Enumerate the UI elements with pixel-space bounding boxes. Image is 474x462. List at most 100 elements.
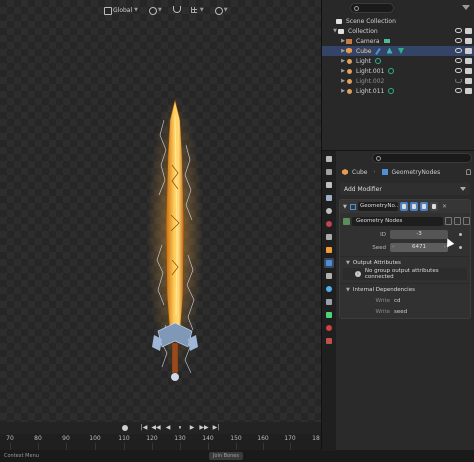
output-attributes-header[interactable]: ▼ Output Attributes [340,256,470,268]
play-button[interactable]: ▶ [189,425,196,432]
outliner-row-light-002[interactable]: ▶ Light.002 [322,76,474,86]
status-bar: Context Menu Join Bones [0,450,474,462]
pivot-dropdown[interactable]: ▼ [145,4,165,16]
eye-icon[interactable] [455,58,462,63]
timeline-tick: 140 [202,435,214,442]
outliner: Scene Collection ▼ Collection ▶ Camera ▶… [322,0,474,150]
light-icon [346,68,353,75]
outliner-row-scene-collection[interactable]: Scene Collection [322,16,474,26]
properties-tabs [322,151,336,451]
collapse-arrow-icon[interactable]: ▼ [343,204,348,210]
auto-keying-button[interactable] [121,425,128,431]
timeline-tick: 70 [6,435,14,442]
outliner-header [322,0,474,16]
outliner-row-label: Light.001 [356,67,385,75]
snap-target-dropdown[interactable]: ▼ [187,4,207,16]
unlink-icon[interactable] [463,217,470,225]
right-panels: Scene Collection ▼ Collection ▶ Camera ▶… [321,0,474,451]
orientation-dropdown[interactable]: Global ▼ [100,4,141,16]
pivot-icon [148,6,157,15]
render-camera-icon[interactable] [465,28,472,34]
eye-icon[interactable] [455,38,462,43]
render-camera-icon[interactable] [465,58,472,64]
info-icon: i [355,271,361,277]
cube-icon [346,48,353,55]
properties-search-input[interactable] [372,153,472,163]
fake-user-icon[interactable] [445,217,453,225]
seed-field[interactable]: ‹ 6471 › [390,243,448,252]
3d-viewport[interactable]: Global ▼ ▼ ▼ ▼ [0,0,321,422]
outliner-row-label: Light.002 [356,77,385,85]
tab-collection[interactable] [324,232,334,242]
decrement-arrow-icon[interactable]: ‹ [392,243,394,252]
render-toggle[interactable] [420,202,428,211]
tab-object[interactable] [324,245,334,255]
close-icon[interactable]: ✕ [442,203,447,210]
pause-button[interactable]: ⏸ [177,425,184,432]
jump-end-button[interactable]: ▶| [213,425,220,432]
tab-material[interactable] [324,323,334,333]
outliner-row-camera[interactable]: ▶ Camera [322,36,474,46]
filter-icon[interactable] [462,4,470,12]
snap-toggle[interactable] [169,4,183,16]
render-camera-icon[interactable] [465,48,472,54]
outliner-row-light-011[interactable]: ▶ Light.011 [322,86,474,96]
modifier-menu-button[interactable] [430,202,438,211]
eye-icon[interactable] [455,68,462,73]
keyframe-dot-icon[interactable] [459,233,462,236]
modifier-name-field[interactable]: GeometryNo... [358,202,398,211]
id-field[interactable]: -3 [390,230,448,239]
outliner-row-label: Light [356,57,371,65]
timeline[interactable]: 70 80 90 100 110 120 130 140 150 160 170… [0,434,321,450]
duplicate-icon[interactable] [454,217,462,225]
render-camera-icon[interactable] [465,88,472,94]
tab-output[interactable] [324,180,334,190]
keyframe-dot-icon[interactable] [459,246,462,249]
tab-physics[interactable] [324,284,334,294]
sword-pommel [171,373,179,381]
tab-scene[interactable] [324,206,334,216]
jump-keyframe-forward-button[interactable]: ▶▶ [199,425,208,432]
tab-world[interactable] [324,219,334,229]
tab-object-data[interactable] [324,310,334,320]
light-data-icon [388,68,395,74]
grid-icon [190,6,198,14]
render-camera-icon[interactable] [465,78,472,84]
eye-icon[interactable] [455,28,462,33]
tab-constraints[interactable] [324,297,334,307]
breadcrumb-object: Cube [352,168,368,176]
jump-keyframe-back-button[interactable]: ◀◀ [151,425,160,432]
tab-render[interactable] [324,167,334,177]
render-camera-icon[interactable] [465,38,472,44]
tab-view-layer[interactable] [324,193,334,203]
outliner-row-light-001[interactable]: ▶ Light.001 [322,66,474,76]
node-tree-icon[interactable] [343,217,350,225]
play-reverse-button[interactable]: ◀ [165,425,172,432]
proportional-edit-toggle[interactable]: ▼ [211,4,231,16]
timeline-tick: 18 [312,435,320,442]
dependency-row: Write seed [340,307,470,317]
jump-start-button[interactable]: |◀ [141,425,148,432]
timeline-ruler[interactable]: 70 80 90 100 110 120 130 140 150 160 170… [0,434,321,443]
tab-particles[interactable] [324,271,334,281]
tab-modifiers[interactable] [324,258,334,268]
tab-tool[interactable] [324,154,334,164]
viewport-display-toggle[interactable] [410,202,418,211]
collection-icon [338,28,345,35]
pin-icon[interactable] [466,169,471,175]
tab-texture[interactable] [324,336,334,346]
eye-icon[interactable] [455,88,462,93]
outliner-row-collection[interactable]: ▼ Collection [322,26,474,36]
add-modifier-button[interactable]: Add Modifier [340,183,470,195]
render-camera-icon[interactable] [465,68,472,74]
outliner-row-light[interactable]: ▶ Light [322,56,474,66]
internal-dependencies-header[interactable]: ▼ Internal Dependencies [340,283,470,295]
eye-icon[interactable] [455,48,462,53]
magnet-icon [172,6,181,14]
outliner-row-cube[interactable]: ▶ Cube [322,46,474,56]
edit-mode-toggle[interactable] [400,202,408,211]
outliner-search-input[interactable] [350,3,394,13]
timeline-gridline [152,443,153,450]
node-group-field[interactable]: Geometry Nodes [351,216,444,226]
eye-closed-icon[interactable] [455,78,462,83]
